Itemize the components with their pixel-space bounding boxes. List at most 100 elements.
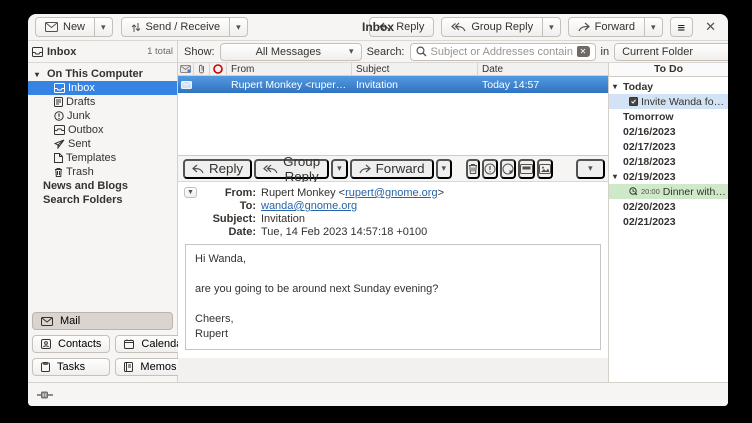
column-label: Subject <box>356 64 389 75</box>
group-reply-dropdown-button[interactable]: ▾ <box>542 17 561 37</box>
todo-group-date[interactable]: 02/21/2023 <box>609 214 728 229</box>
todo-list: ▾Today Invite Wanda for din… Tomorrow 02… <box>609 77 728 382</box>
load-remote-content-button[interactable] <box>537 159 553 179</box>
new-dropdown-button[interactable]: ▾ <box>94 17 113 37</box>
drafts-icon <box>54 97 63 107</box>
envelope-icon <box>45 22 58 32</box>
expander-icon[interactable]: ▾ <box>35 70 43 79</box>
preview-group-reply-dropdown[interactable]: ▾ <box>331 159 348 179</box>
tree-root-on-this-computer[interactable]: ▾ On This Computer <box>28 67 177 81</box>
todo-group-date[interactable]: 02/16/2023 <box>609 124 728 139</box>
column-subject[interactable]: Subject <box>352 63 478 75</box>
status-bar <box>28 382 728 406</box>
clear-search-icon[interactable]: ✕ <box>577 46 590 57</box>
reply-icon <box>379 22 391 32</box>
column-date[interactable]: Date <box>478 63 608 75</box>
body-line: Rupert <box>195 327 591 342</box>
group-reply-icon <box>451 22 466 32</box>
forward-label: Forward <box>595 21 635 33</box>
collapse-headers-button[interactable]: ▼ <box>184 187 197 198</box>
sidebar-item-junk[interactable]: Junk <box>28 109 177 123</box>
preview-reply-button[interactable]: Reply <box>183 159 252 179</box>
folder-label: Sent <box>68 138 91 150</box>
message-row-selected[interactable]: Rupert Monkey <rupert@gno... Invitation … <box>178 76 608 93</box>
todo-group-tomorrow[interactable]: Tomorrow <box>609 109 728 124</box>
preview-overflow-dropdown[interactable]: ▾ <box>576 159 605 179</box>
todo-group-date-expanded[interactable]: ▾02/19/2023 <box>609 169 728 184</box>
switcher-mail-button[interactable]: Mail <box>32 312 173 330</box>
from-email-link[interactable]: rupert@gnome.org <box>345 187 438 199</box>
new-button[interactable]: New <box>35 17 95 37</box>
column-status[interactable] <box>178 63 194 75</box>
todo-task-item[interactable]: Invite Wanda for din… <box>609 94 728 109</box>
expander-icon[interactable]: ▾ <box>613 82 617 91</box>
send-receive-label: Send / Receive <box>146 21 221 33</box>
delete-message-button[interactable] <box>466 159 480 179</box>
filter-controls: Show: All Messages ▾ Search: ✕ in Curren… <box>178 41 728 62</box>
from-value: Rupert Monkey <rupert@gnome.org> <box>261 187 602 199</box>
preview-group-reply-label: Group Reply <box>283 154 320 184</box>
preview-forward-button[interactable]: Forward <box>350 159 434 179</box>
to-value: wanda@gnome.org <box>261 200 602 212</box>
todo-group-date[interactable]: 02/18/2023 <box>609 154 728 169</box>
sidebar-item-outbox[interactable]: Outbox <box>28 123 177 137</box>
switcher-tasks-button[interactable]: Tasks <box>32 358 110 376</box>
sidebar-item-search-folders[interactable]: Search Folders <box>28 193 177 207</box>
expander-icon[interactable]: ▾ <box>613 172 617 181</box>
column-from[interactable]: From <box>227 63 352 75</box>
forward-button[interactable]: Forward <box>568 17 645 37</box>
preview-toolbar: Reply Group Reply ▾ Forward <box>178 156 608 182</box>
online-status-icon[interactable] <box>37 391 53 399</box>
todo-group-date[interactable]: 02/20/2023 <box>609 199 728 214</box>
forward-dropdown-button[interactable]: ▾ <box>644 17 663 37</box>
search-input[interactable] <box>431 46 573 58</box>
preview-pane: Reply Group Reply ▾ Forward <box>178 155 608 382</box>
column-attachment[interactable] <box>194 63 210 75</box>
preview-group-reply-button[interactable]: Group Reply <box>254 159 329 179</box>
filter-bar: Inbox 1 total Show: All Messages ▾ Searc… <box>28 41 728 63</box>
inbox-icon <box>32 47 43 57</box>
mark-junk-button[interactable] <box>482 159 498 179</box>
column-junk[interactable] <box>210 63 227 75</box>
archive-icon <box>520 164 533 174</box>
send-receive-dropdown-button[interactable]: ▾ <box>229 17 248 37</box>
chevron-down-icon: ▾ <box>651 23 656 32</box>
folder-label: Drafts <box>66 96 95 108</box>
message-list-empty-area <box>178 93 608 155</box>
todo-group-today[interactable]: ▾Today <box>609 79 728 94</box>
sidebar-item-news-and-blogs[interactable]: News and Blogs <box>28 179 177 193</box>
folder-label: Inbox <box>68 82 95 94</box>
trash-icon <box>54 167 63 177</box>
folder-header: Inbox 1 total <box>28 41 178 62</box>
send-receive-button[interactable]: Send / Receive <box>121 17 231 37</box>
search-scope-dropdown[interactable]: Current Folder ▾ <box>614 43 728 61</box>
forward-icon <box>359 164 371 174</box>
close-window-button[interactable]: ✕ <box>700 18 721 36</box>
switcher-contacts-button[interactable]: Contacts <box>32 335 110 353</box>
todo-group-date[interactable]: 02/17/2023 <box>609 139 728 154</box>
body-line: Hi Wanda, <box>195 252 591 267</box>
show-filter-dropdown[interactable]: All Messages ▾ <box>220 43 362 61</box>
group-reply-button[interactable]: Group Reply <box>441 17 543 37</box>
reply-button[interactable]: Reply <box>369 17 434 37</box>
sidebar-item-templates[interactable]: Templates <box>28 151 177 165</box>
message-subject: Invitation <box>352 79 478 91</box>
picture-icon <box>539 164 551 174</box>
outbox-icon <box>54 125 65 135</box>
mail-icon <box>41 317 53 326</box>
sidebar-item-trash[interactable]: Trash <box>28 165 177 179</box>
chevron-down-icon: ▾ <box>236 23 241 32</box>
to-email-link[interactable]: wanda@gnome.org <box>261 200 357 212</box>
archive-button[interactable] <box>518 159 535 179</box>
paperclip-icon <box>198 64 205 74</box>
mark-not-junk-button[interactable] <box>500 159 516 179</box>
new-button-label: New <box>63 21 85 33</box>
sidebar-item-drafts[interactable]: Drafts <box>28 95 177 109</box>
todo-event-item[interactable]: 20:00 Dinner with Wa… <box>609 184 728 199</box>
preview-forward-dropdown[interactable]: ▾ <box>436 159 453 179</box>
sidebar-item-sent[interactable]: Sent <box>28 137 177 151</box>
search-box[interactable]: ✕ <box>410 43 596 61</box>
search-label: Search: <box>367 46 405 58</box>
sidebar-item-inbox[interactable]: Inbox <box>28 81 177 95</box>
menu-button[interactable]: ≡ <box>670 17 694 37</box>
